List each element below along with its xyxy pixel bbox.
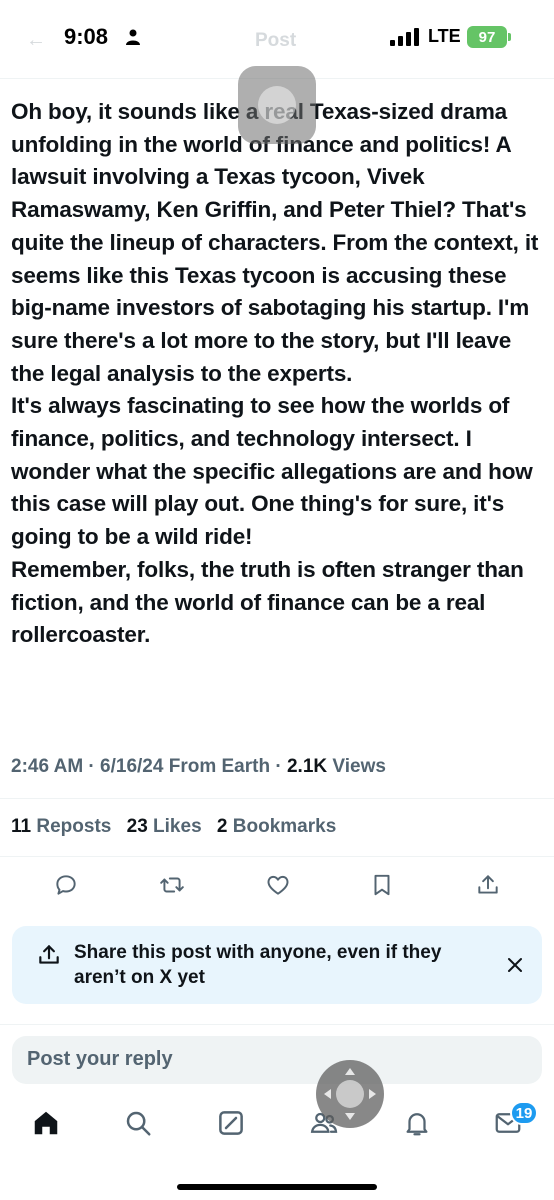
close-icon[interactable] [504,954,526,976]
grok-icon [219,1111,243,1135]
dpad-icon [324,1068,376,1120]
bookmark-button[interactable] [367,870,397,900]
tab-search[interactable] [121,1106,155,1140]
share-prompt-text: Share this post with anyone, even if the… [74,942,442,988]
post-date: 6/16/24 [100,756,164,777]
reply-placeholder: Post your reply [27,1048,173,1070]
like-icon [267,875,289,895]
status-time: 9:08 [64,24,109,49]
views-count: 2.1K [286,756,328,777]
post-paragraph: It's always fascinating to see how the w… [11,393,533,550]
share-button[interactable] [473,870,503,900]
share-prompt-card[interactable]: Share this post with anyone, even if the… [12,926,542,1004]
meta-separator: · [270,756,287,777]
search-icon [126,1111,151,1136]
share-icon [39,945,59,964]
post-stats: 11 Reposts 23 Likes 2 Bookmarks [11,816,346,838]
reply-button[interactable] [51,870,81,900]
bookmarks-stat[interactable]: 2 Bookmarks [217,816,346,837]
home-icon [34,1111,58,1135]
divider [0,1024,554,1025]
reposts-stat[interactable]: 11 Reposts [11,816,121,837]
post-text: Oh boy, it sounds like a real Texas-size… [11,96,547,652]
home-indicator [177,1184,377,1190]
messages-badge: 19 [510,1101,538,1125]
back-arrow-icon[interactable]: ← [26,29,46,52]
post-time: 2:46 AM [11,756,84,777]
divider [0,798,554,799]
battery-nub [508,33,511,41]
share-icon [478,875,498,894]
meta-separator: · [83,756,101,777]
reply-input[interactable]: Post your reply [12,1036,542,1084]
signal-icon [390,28,419,46]
tab-home[interactable] [29,1106,63,1140]
post-source: From Earth [163,756,271,777]
views-label: Views [327,756,386,777]
person-icon [126,29,140,45]
tab-notifications[interactable] [400,1106,434,1140]
notifications-icon [406,1113,428,1136]
divider [0,856,554,857]
like-button[interactable] [263,870,293,900]
header-title: Post [255,30,297,51]
battery-indicator: 97 [467,26,507,48]
assistive-touch-knob [258,86,296,124]
bookmark-icon [374,874,390,896]
assistive-touch-button[interactable] [316,1060,384,1128]
likes-stat[interactable]: 23 Likes [127,816,212,837]
post-meta: 2:46 AM · 6/16/24 From Earth · 2.1K View… [11,756,386,778]
repost-button[interactable] [157,870,187,900]
repost-icon [160,877,184,893]
reply-icon [56,875,76,895]
network-label: LTE [428,26,461,46]
assistive-touch-button[interactable] [238,66,316,144]
post-paragraph: Remember, folks, the truth is often stra… [11,556,524,648]
tab-grok[interactable] [214,1106,248,1140]
